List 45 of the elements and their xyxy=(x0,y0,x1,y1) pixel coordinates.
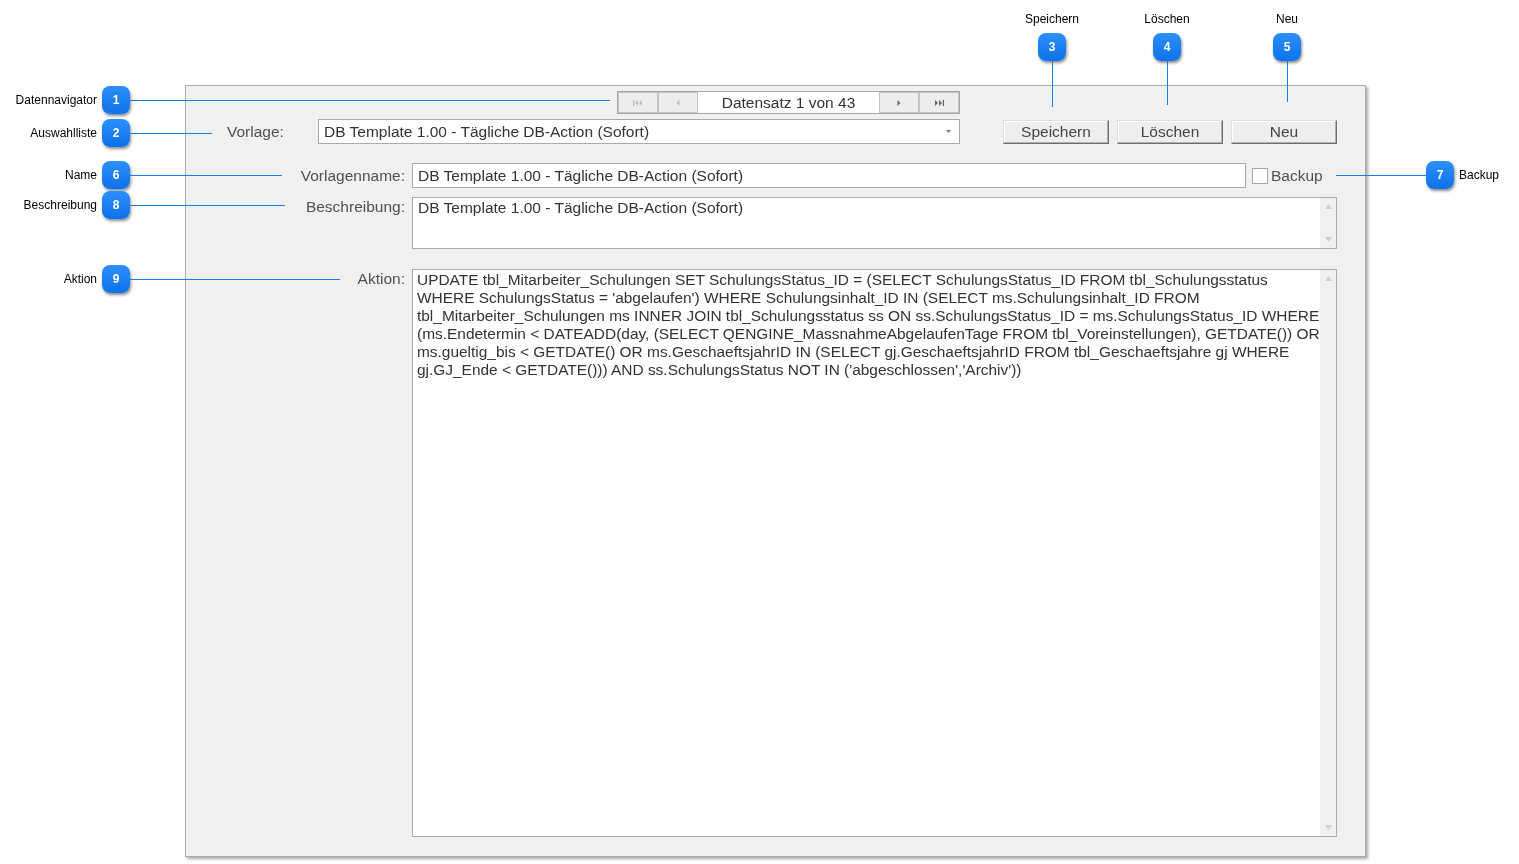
up-triangle-icon xyxy=(1324,204,1332,209)
callout-label: Aktion xyxy=(63,272,97,286)
description-label: Beschreibung: xyxy=(305,198,405,217)
leader-line xyxy=(1286,61,1288,102)
callout-label: Name xyxy=(65,168,97,182)
skip-to-end-icon xyxy=(934,99,944,106)
form-button[interactable]: Neu xyxy=(1231,119,1337,144)
leader-line xyxy=(1166,61,1168,105)
callout-label: Neu xyxy=(1276,12,1298,26)
last-record-button[interactable] xyxy=(919,92,959,113)
callout-label: Speichern xyxy=(1024,12,1079,26)
callout-marker: 7 xyxy=(1426,161,1454,189)
action-field[interactable]: UPDATE tbl_Mitarbeiter_Schulungen SET SchulungsStatus_ID = (SELECT SchulungsStatus_ID FROM tbl_Schulungsstatus WHERE SchulungsStatus = 'abgelaufen') WHERE Schulungsinhalt_ID IN (SELECT ms.Schulungsinhalt_ID FROM tbl_Mitarbeiter_Schulungen ms INNER JOIN tbl_Schulungsstatus ss ON ss.SchulungsStatus_ID = ms.SchulungsStatus_ID WHERE (ms.Endetermin < DATEADD(day, (SELECT QENGINE_MassnahmeAbgelaufenTage FROM tbl_Voreinstellungen), GETDATE()) OR ms.gueltig_bis < GETDATE() OR ms.GeschaeftsjahrID IN (SELECT gj.GeschaeftsjahrID FROM tbl_Geschaeftsjahre gj WHERE gj.GJ_Ende < GETDATE())) AND ss.SchulungsStatus NOT IN ('abgeschlossen','Archiv')) xyxy=(412,269,1337,837)
callout-marker: 5 xyxy=(1273,33,1301,61)
template-dropdown[interactable]: DB Template 1.00 - Tägliche DB-Action (Sofort) xyxy=(318,119,960,144)
callout-marker: 3 xyxy=(1038,33,1066,61)
caret-icon xyxy=(946,130,951,133)
record-position-text: Datensatz 1 von 43 xyxy=(721,92,856,113)
callout-label: Auswahlliste xyxy=(30,126,97,140)
callout-marker: 4 xyxy=(1153,33,1181,61)
action-label: Aktion: xyxy=(357,270,405,289)
skip-to-start-icon xyxy=(633,99,643,106)
callout-marker: 2 xyxy=(102,119,130,147)
template-label: Vorlage: xyxy=(227,121,285,142)
callout-label: Löschen xyxy=(1144,12,1190,26)
template-name-label: Vorlagenname: xyxy=(300,165,405,186)
callout-label: Beschreibung xyxy=(23,198,97,212)
scrollbar[interactable] xyxy=(1320,270,1336,836)
description-field[interactable]: DB Template 1.00 - Tägliche DB-Action (Sofort) xyxy=(412,197,1337,249)
callout-label: Backup xyxy=(1459,168,1500,182)
down-triangle-icon xyxy=(1324,825,1332,830)
callout-marker: 9 xyxy=(102,265,130,293)
down-triangle-icon xyxy=(1324,237,1332,242)
up-triangle-icon xyxy=(1324,276,1332,281)
leader-line xyxy=(1051,61,1053,107)
template-name-field[interactable]: DB Template 1.00 - Tägliche DB-Action (Sofort) xyxy=(412,163,1246,188)
backup-checkbox[interactable] xyxy=(1252,167,1268,184)
callout-label: Datennavigator xyxy=(15,93,97,107)
callout-marker: 1 xyxy=(102,86,130,114)
scrollbar[interactable] xyxy=(1320,198,1336,248)
backup-label: Backup xyxy=(1271,165,1323,186)
form-button[interactable]: Löschen xyxy=(1117,119,1223,144)
callout-marker: 8 xyxy=(102,191,130,219)
callout-marker: 6 xyxy=(102,161,130,189)
form-button[interactable]: Speichern xyxy=(1003,119,1109,144)
